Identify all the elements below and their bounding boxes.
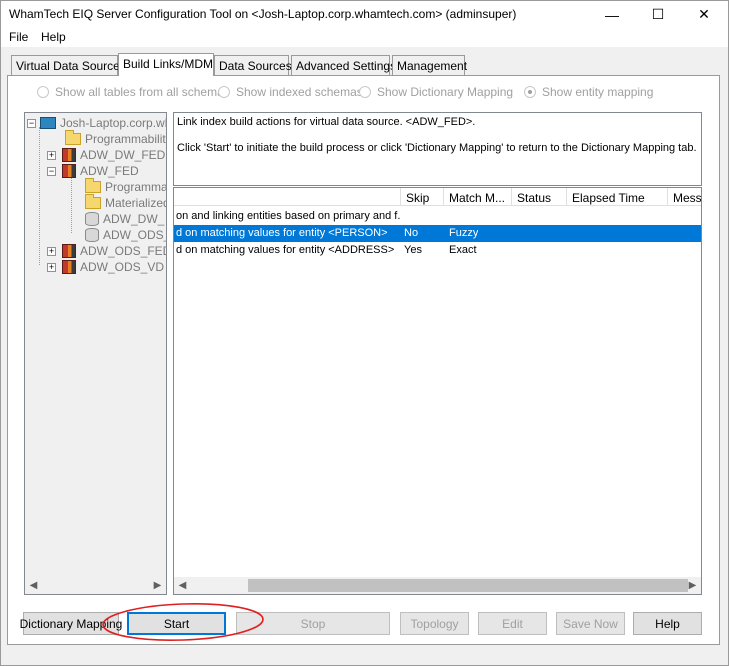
main-window: WhamTech EIQ Server Configuration Tool o… bbox=[0, 0, 729, 666]
database-icon bbox=[85, 228, 99, 242]
datasource-icon bbox=[62, 164, 76, 178]
scroll-right-icon[interactable]: ▶ bbox=[149, 577, 166, 594]
expand-icon[interactable]: + bbox=[47, 262, 56, 272]
tab-virtual-data-sources[interactable]: Virtual Data Sources bbox=[11, 55, 126, 75]
tree-node-adw-ods-fed[interactable]: + ADW_ODS_FED bbox=[47, 243, 167, 259]
radio-show-dictionary-mapping[interactable]: Show Dictionary Mapping bbox=[359, 85, 513, 99]
menu-help[interactable]: Help bbox=[41, 30, 66, 44]
scroll-thumb[interactable] bbox=[248, 579, 688, 592]
edit-button[interactable]: Edit bbox=[478, 612, 547, 635]
database-icon bbox=[85, 212, 99, 226]
cell-match: Fuzzy bbox=[449, 227, 479, 239]
tree-node-label: Josh-Laptop.corp.wh bbox=[60, 116, 167, 130]
folder-icon bbox=[85, 178, 101, 193]
tree-horizontal-scrollbar[interactable]: ◀ ▶ bbox=[25, 577, 166, 594]
column-header-elapsed-time[interactable]: Elapsed Time bbox=[567, 188, 668, 206]
tree-node-adw-ods-vd[interactable]: + ADW_ODS_VD bbox=[47, 259, 164, 275]
instructions-line-1: Link index build actions for virtual dat… bbox=[177, 116, 476, 128]
expand-icon[interactable]: + bbox=[47, 150, 56, 160]
column-header-skip[interactable]: Skip bbox=[401, 188, 444, 206]
tree-node-label: ADW_DW_FED bbox=[80, 148, 166, 162]
annotation-ellipse bbox=[102, 602, 264, 642]
scroll-left-icon[interactable]: ◀ bbox=[25, 577, 42, 594]
tree-node-materialized[interactable]: Materialized bbox=[85, 194, 167, 211]
scroll-left-icon[interactable]: ◀ bbox=[174, 577, 191, 594]
instructions-line-2: Click 'Start' to initiate the build proc… bbox=[177, 142, 697, 154]
tab-management[interactable]: Management bbox=[392, 55, 467, 75]
maximize-button[interactable]: ☐ bbox=[635, 1, 681, 28]
radio-label: Show indexed schemas bbox=[236, 85, 363, 99]
tree-node-adw-dw-fed[interactable]: + ADW_DW_FED bbox=[47, 147, 165, 163]
column-header-message[interactable]: Messa bbox=[668, 188, 701, 206]
tree-connector bbox=[39, 127, 40, 265]
tree-node-programmability[interactable]: Programmability bbox=[65, 130, 167, 147]
radio-indicator bbox=[359, 86, 371, 98]
tree-node-label: Programmab bbox=[105, 180, 166, 194]
tree-node-label: ADW_ODS_FED bbox=[80, 244, 167, 258]
help-button[interactable]: Help bbox=[633, 612, 702, 635]
annotation-circle bbox=[102, 602, 264, 642]
column-header-status[interactable]: Status bbox=[512, 188, 567, 206]
folder-icon bbox=[85, 194, 101, 209]
tree-connector bbox=[71, 175, 72, 233]
title-bar: WhamTech EIQ Server Configuration Tool o… bbox=[1, 1, 728, 28]
column-header-match-method[interactable]: Match M... bbox=[444, 188, 512, 206]
tab-advanced-settings[interactable]: Advanced Settings bbox=[291, 55, 396, 75]
column-header-description[interactable] bbox=[174, 188, 401, 206]
datasource-icon bbox=[62, 148, 76, 162]
build-actions-grid[interactable]: Skip Match M... Status Elapsed Time Mess… bbox=[173, 187, 702, 595]
minimize-button[interactable]: — bbox=[589, 1, 635, 28]
tree-node-label: Programmability bbox=[85, 132, 167, 146]
table-row[interactable]: d on matching values for entity <ADDRESS… bbox=[174, 242, 701, 259]
tree-node-adw-ods[interactable]: ADW_ODS_ bbox=[85, 227, 167, 243]
tree-node-label: ADW_DW_ bbox=[103, 212, 165, 226]
datasource-icon bbox=[62, 244, 76, 258]
tree-node-adw-dw[interactable]: ADW_DW_ bbox=[85, 211, 164, 227]
radio-show-entity-mapping[interactable]: Show entity mapping bbox=[524, 85, 653, 99]
instructions-box: Link index build actions for virtual dat… bbox=[173, 112, 702, 186]
tree-node-programmab[interactable]: Programmab bbox=[85, 178, 166, 195]
scroll-right-icon[interactable]: ▶ bbox=[684, 577, 701, 594]
table-row-selected[interactable]: d on matching values for entity <PERSON>… bbox=[174, 225, 701, 242]
tree-node-label: ADW_ODS_VD bbox=[80, 260, 165, 274]
tree-node-label: ADW_FED bbox=[80, 164, 139, 178]
grid-horizontal-scrollbar[interactable]: ◀ ▶ bbox=[174, 577, 701, 594]
radio-label: Show entity mapping bbox=[542, 85, 654, 99]
folder-icon bbox=[65, 130, 81, 145]
cell-description: d on matching values for entity <ADDRESS… bbox=[176, 244, 395, 256]
radio-indicator bbox=[37, 86, 49, 98]
tree-node-label: ADW_ODS_ bbox=[103, 228, 167, 242]
cell-match: Exact bbox=[449, 244, 477, 256]
radio-show-indexed-schemas[interactable]: Show indexed schemas bbox=[218, 85, 363, 99]
save-now-button[interactable]: Save Now bbox=[556, 612, 625, 635]
radio-indicator bbox=[218, 86, 230, 98]
expand-icon[interactable]: + bbox=[47, 246, 56, 256]
topology-button[interactable]: Topology bbox=[400, 612, 469, 635]
table-row[interactable]: on and linking entities based on primary… bbox=[174, 208, 701, 225]
cell-description: on and linking entities based on primary… bbox=[176, 210, 400, 222]
cell-skip: Yes bbox=[404, 244, 422, 256]
cell-description: d on matching values for entity <PERSON> bbox=[176, 227, 388, 239]
cell-skip: No bbox=[404, 227, 419, 239]
radio-label: Show Dictionary Mapping bbox=[377, 85, 514, 99]
radio-indicator bbox=[524, 86, 536, 98]
tree-node-label: Materialized bbox=[105, 196, 167, 210]
datasource-icon bbox=[62, 260, 76, 274]
tab-data-sources[interactable]: Data Sources bbox=[214, 55, 292, 75]
collapse-icon[interactable]: − bbox=[27, 118, 36, 128]
menu-file[interactable]: File bbox=[9, 30, 28, 44]
tab-build-links-mdm[interactable]: Build Links/MDM bbox=[118, 53, 214, 76]
radio-label: Show all tables from all schemas bbox=[55, 85, 230, 99]
window-title: WhamTech EIQ Server Configuration Tool o… bbox=[9, 7, 517, 21]
close-button[interactable]: ✕ bbox=[681, 1, 727, 28]
collapse-icon[interactable]: − bbox=[47, 166, 56, 176]
radio-show-all-tables[interactable]: Show all tables from all schemas bbox=[37, 85, 230, 99]
tree-node-adw-fed[interactable]: − ADW_FED bbox=[47, 163, 139, 179]
computer-icon bbox=[40, 117, 56, 129]
menu-bar: File Help bbox=[1, 28, 728, 47]
schema-tree[interactable]: − Josh-Laptop.corp.wh Programmability + … bbox=[24, 112, 167, 595]
tree-root[interactable]: − Josh-Laptop.corp.wh bbox=[27, 115, 167, 131]
